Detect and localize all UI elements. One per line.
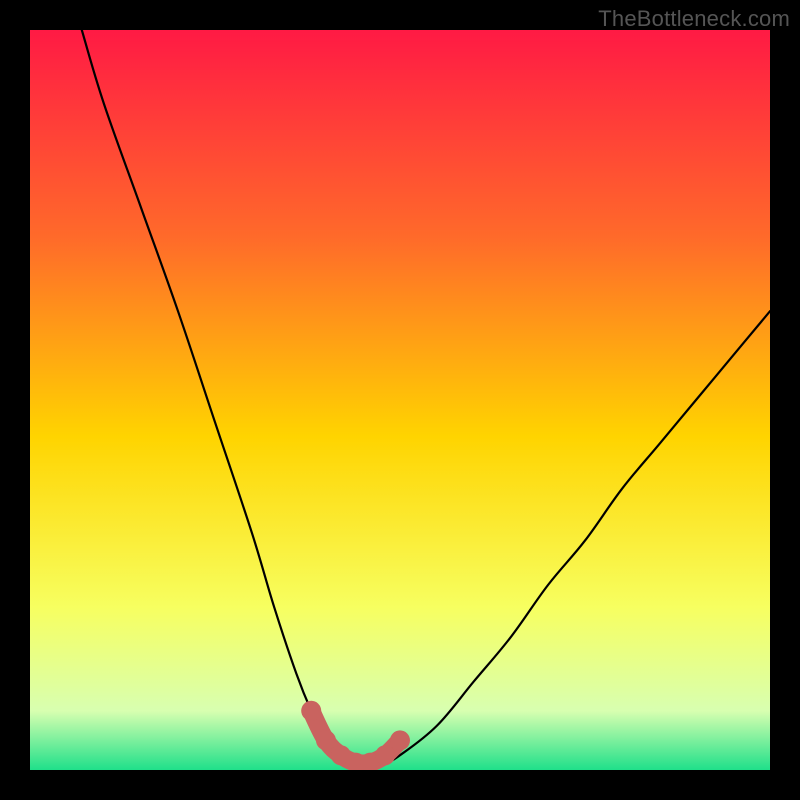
stage: TheBottleneck.com [0, 0, 800, 800]
watermark-text: TheBottleneck.com [598, 6, 790, 32]
gradient-background [30, 30, 770, 770]
optimum-marker [375, 745, 395, 765]
optimum-marker [390, 730, 410, 750]
optimum-marker [316, 730, 336, 750]
plot-area [30, 30, 770, 770]
optimum-marker [301, 701, 321, 721]
bottleneck-chart [30, 30, 770, 770]
